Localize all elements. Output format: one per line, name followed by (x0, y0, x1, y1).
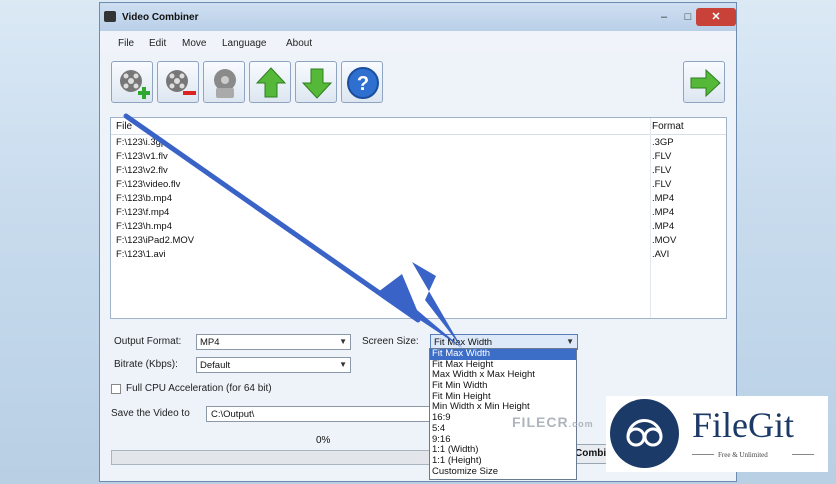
file-format: .FLV (652, 165, 672, 176)
screen-size-value: Fit Max Width (434, 337, 493, 348)
file-format: .MP4 (652, 193, 675, 204)
chevron-down-icon: ▼ (566, 337, 574, 346)
save-to-label: Save the Video to (111, 408, 190, 419)
table-row[interactable]: F:\123\iPad2.MOV .MOV (111, 234, 726, 248)
menu-language[interactable]: Language (222, 38, 267, 49)
table-row[interactable]: F:\123\v1.flv .FLV (111, 150, 726, 164)
file-format: .AVI (652, 249, 670, 260)
next-button[interactable] (683, 61, 725, 103)
help-icon: ? (347, 67, 379, 99)
menu-bar: File Edit Move Language About (100, 31, 736, 53)
file-format: .3GP (652, 137, 674, 148)
output-folder-value: C:\Output\ (211, 409, 255, 420)
minimize-button[interactable]: – (652, 8, 676, 26)
file-format: .FLV (652, 151, 672, 162)
output-format-value: MP4 (200, 337, 220, 348)
file-path: F:\123\f.mp4 (116, 207, 170, 218)
file-format: .MP4 (652, 207, 675, 218)
menu-edit[interactable]: Edit (149, 38, 166, 49)
file-path: F:\123\i.3gp (116, 137, 167, 148)
cloud-logo-icon (610, 399, 679, 468)
table-row[interactable]: F:\123\v2.flv .FLV (111, 164, 726, 178)
progress-percent: 0% (316, 435, 331, 446)
move-down-button[interactable] (295, 61, 337, 103)
file-list[interactable]: File Format F:\123\i.3gp .3GP F:\123\v1.f… (110, 117, 727, 319)
remove-video-button[interactable] (157, 61, 199, 103)
film-add-icon (120, 70, 150, 99)
file-path: F:\123\1.avi (116, 249, 166, 260)
table-row[interactable]: F:\123\b.mp4 .MP4 (111, 192, 726, 206)
watermark-suffix: .com (568, 419, 594, 429)
file-path: F:\123\h.mp4 (116, 221, 172, 232)
help-button[interactable]: ? (341, 61, 383, 103)
dropdown-option[interactable]: 1:1 (Height) (430, 455, 576, 467)
column-format[interactable]: Format (652, 121, 684, 132)
cpu-acceleration-checkbox[interactable] (111, 384, 121, 394)
output-folder-input[interactable]: C:\Output\ (206, 406, 436, 422)
chevron-down-icon: ▼ (339, 337, 347, 346)
bitrate-select[interactable]: Default ▼ (196, 357, 351, 373)
toolbar: ? (100, 53, 736, 113)
clear-list-button[interactable] (203, 61, 245, 103)
filegit-logo: FileGit Free & Unlimited (606, 396, 828, 472)
file-path: F:\123\video.flv (116, 179, 181, 190)
cpu-acceleration-label: Full CPU Acceleration (for 64 bit) (126, 383, 272, 394)
bitrate-label: Bitrate (Kbps): (114, 359, 178, 370)
watermark-text: FILECR (512, 414, 569, 430)
file-format: .FLV (652, 179, 672, 190)
dropdown-option[interactable]: Customize Size (430, 466, 576, 478)
menu-about[interactable]: About (286, 38, 312, 49)
menu-move[interactable]: Move (182, 38, 206, 49)
output-format-select[interactable]: MP4 ▼ (196, 334, 351, 350)
file-format: .MP4 (652, 221, 675, 232)
screen-size-label: Screen Size: (362, 336, 419, 347)
logo-tagline: Free & Unlimited (718, 451, 768, 459)
file-format: .MOV (652, 235, 677, 246)
close-button[interactable]: ✕ (696, 8, 736, 26)
file-path: F:\123\b.mp4 (116, 193, 172, 204)
table-row[interactable]: F:\123\i.3gp .3GP (111, 136, 726, 150)
file-list-header: File Format (111, 118, 726, 135)
app-icon (104, 11, 116, 22)
column-file[interactable]: File (116, 121, 132, 132)
film-remove-icon (166, 70, 196, 95)
table-row[interactable]: F:\123\h.mp4 .MP4 (111, 220, 726, 234)
add-video-button[interactable] (111, 61, 153, 103)
dropdown-option[interactable]: Min Width x Min Height (430, 402, 576, 413)
menu-file[interactable]: File (118, 38, 134, 49)
bitrate-value: Default (200, 360, 231, 371)
title-bar[interactable]: Video Combiner – □ ✕ (100, 3, 736, 31)
table-row[interactable]: F:\123\video.flv .FLV (111, 178, 726, 192)
watermark: FILECR.com (512, 414, 594, 430)
arrow-up-icon (255, 67, 287, 98)
divider (792, 454, 814, 455)
logo-name: FileGit (692, 405, 795, 445)
move-up-button[interactable] (249, 61, 291, 103)
file-path: F:\123\iPad2.MOV (116, 235, 195, 246)
window-title: Video Combiner (122, 12, 199, 23)
clear-list-icon (214, 69, 236, 98)
svg-text:?: ? (357, 73, 369, 95)
table-row[interactable]: F:\123\f.mp4 .MP4 (111, 206, 726, 220)
table-row[interactable]: F:\123\1.avi .AVI (111, 248, 726, 262)
divider (692, 454, 714, 455)
chevron-down-icon: ▼ (339, 360, 347, 369)
file-path: F:\123\v2.flv (116, 165, 168, 176)
arrow-down-icon (301, 68, 333, 99)
output-format-label: Output Format: (114, 336, 182, 347)
arrow-right-icon (690, 68, 721, 98)
file-path: F:\123\v1.flv (116, 151, 168, 162)
